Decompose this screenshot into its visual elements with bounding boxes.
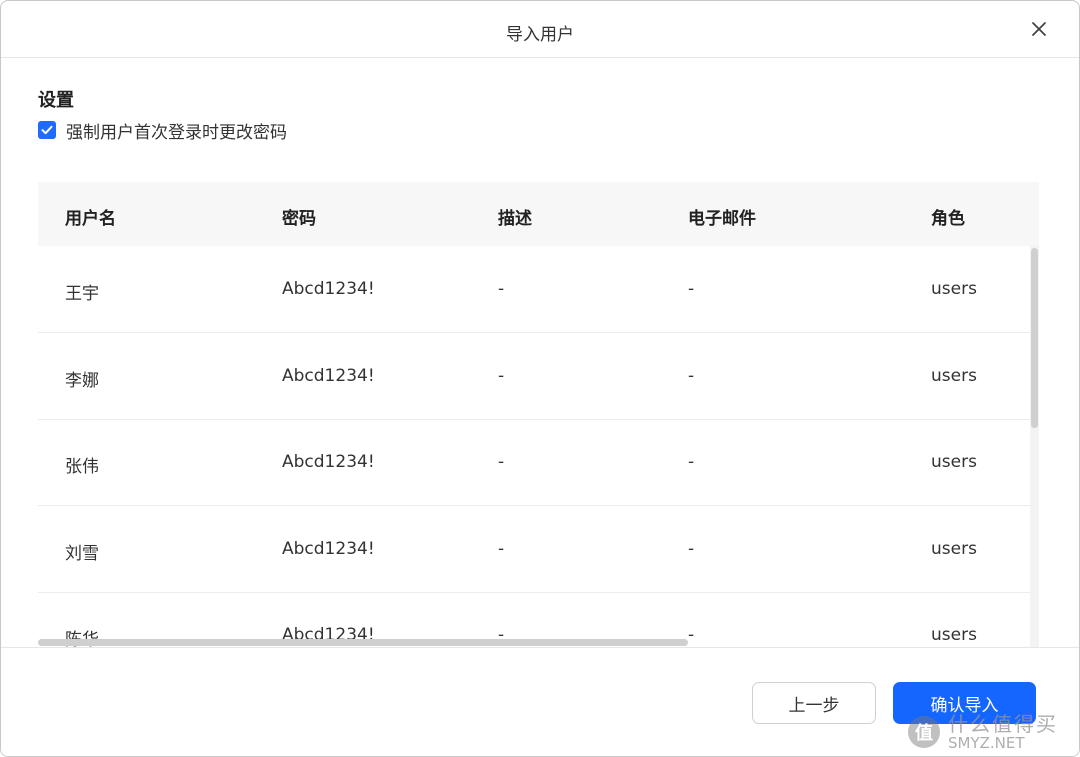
- cell-role: users: [931, 452, 977, 472]
- column-header-username: 用户名: [65, 209, 116, 229]
- cell-role: users: [931, 279, 977, 299]
- force-change-password-checkbox[interactable]: [38, 121, 56, 139]
- watermark: 值 什么值得买 SMYZ.NET: [908, 712, 1058, 752]
- column-header-role: 角色: [931, 209, 965, 229]
- cell-email: -: [688, 366, 695, 386]
- cell-description: -: [498, 539, 505, 559]
- cell-description: -: [498, 452, 505, 472]
- import-users-dialog: 导入用户 设置 强制用户首次登录时更改密码 用户名 密码 描述 电子邮件 角色 …: [0, 0, 1080, 757]
- table-header: 用户名 密码 描述 电子邮件 角色: [38, 182, 1039, 246]
- cell-role: users: [931, 539, 977, 559]
- column-header-email: 电子邮件: [688, 209, 756, 229]
- cell-username: 王宇: [65, 284, 99, 304]
- watermark-text-cn: 什么值得买: [948, 711, 1058, 736]
- previous-step-button[interactable]: 上一步: [752, 682, 876, 724]
- cell-username: 刘雪: [65, 544, 99, 564]
- horizontal-scrollbar-thumb[interactable]: [38, 639, 688, 646]
- cell-username: 李娜: [65, 371, 99, 391]
- settings-section-title: 设置: [38, 90, 74, 111]
- cell-description: -: [498, 366, 505, 386]
- checkmark-icon: [41, 125, 53, 135]
- watermark-text: 什么值得买 SMYZ.NET: [948, 714, 1058, 751]
- cell-password: Abcd1234!: [282, 539, 375, 559]
- cell-email: -: [688, 452, 695, 472]
- table-row: 李娜 Abcd1234! - - users: [38, 333, 1030, 420]
- cell-role: users: [931, 625, 977, 645]
- dialog-title-bar: 导入用户: [1, 1, 1079, 58]
- force-change-password-option[interactable]: 强制用户首次登录时更改密码: [38, 119, 287, 143]
- column-header-description: 描述: [498, 209, 532, 229]
- cell-username: 张伟: [65, 457, 99, 477]
- force-change-password-label: 强制用户首次登录时更改密码: [66, 122, 287, 143]
- cell-password: Abcd1234!: [282, 279, 375, 299]
- table-row: 刘雪 Abcd1234! - - users: [38, 506, 1030, 593]
- cell-role: users: [931, 366, 977, 386]
- dialog-title: 导入用户: [506, 25, 574, 45]
- vertical-scrollbar-thumb[interactable]: [1031, 248, 1038, 428]
- close-icon[interactable]: [1029, 19, 1049, 39]
- cell-email: -: [688, 279, 695, 299]
- watermark-text-en: SMYZ.NET: [948, 733, 1025, 752]
- users-table: 用户名 密码 描述 电子邮件 角色 王宇 Abcd1234! - - users…: [38, 182, 1039, 647]
- cell-password: Abcd1234!: [282, 452, 375, 472]
- table-row: 张伟 Abcd1234! - - users: [38, 419, 1030, 506]
- cell-email: -: [688, 625, 695, 645]
- table-row: 王宇 Abcd1234! - - users: [38, 246, 1030, 333]
- watermark-logo-icon: 值: [908, 716, 940, 748]
- cell-email: -: [688, 539, 695, 559]
- column-header-password: 密码: [282, 209, 316, 229]
- cell-description: -: [498, 279, 505, 299]
- cell-password: Abcd1234!: [282, 366, 375, 386]
